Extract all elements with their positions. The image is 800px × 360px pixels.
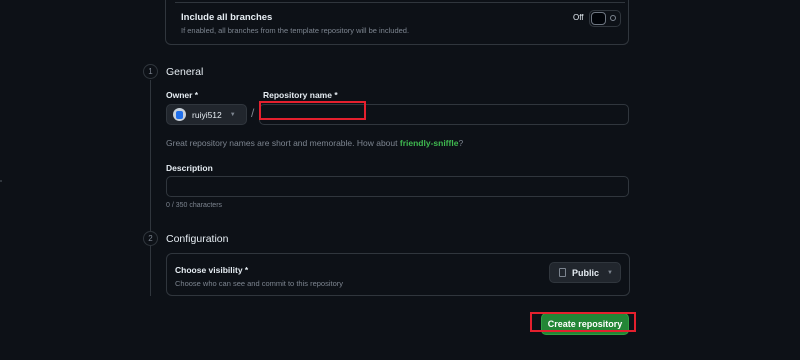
hint-prefix: Great repository names are short and mem… xyxy=(166,138,400,148)
visibility-label: Choose visibility * xyxy=(175,265,249,275)
include-branches-toggle[interactable] xyxy=(589,10,621,27)
description-input[interactable] xyxy=(166,176,629,197)
general-section-title: General xyxy=(166,66,204,78)
toggle-state-label: Off xyxy=(573,13,584,22)
owner-repo-separator: / xyxy=(251,106,255,120)
name-suggestion-link[interactable]: friendly-sniffle xyxy=(400,138,459,148)
repository-name-label: Repository name * xyxy=(263,90,338,100)
toggle-knob xyxy=(591,12,606,25)
description-label: Description xyxy=(166,163,213,173)
visibility-value: Public xyxy=(572,267,600,278)
repo-icon xyxy=(559,268,566,277)
chevron-down-icon: ▼ xyxy=(229,111,236,118)
create-button-highlight xyxy=(530,312,636,332)
step-number-general: 1 xyxy=(143,64,158,79)
repository-name-highlight xyxy=(259,101,366,120)
toggle-off-icon xyxy=(610,15,616,21)
repository-name-hint: Great repository names are short and mem… xyxy=(166,138,463,148)
visibility-dropdown[interactable]: Public ▼ xyxy=(549,262,621,283)
include-branches-description: If enabled, all branches from the templa… xyxy=(181,26,410,35)
step-number-configuration: 2 xyxy=(143,231,158,246)
timeline-line xyxy=(150,80,151,296)
owner-name: ruiyi512 xyxy=(192,109,222,120)
owner-dropdown[interactable]: ruiyi512 ▼ xyxy=(166,104,247,125)
owner-label: Owner * xyxy=(166,90,199,100)
description-char-count: 0 / 350 characters xyxy=(166,202,223,209)
configuration-section-title: Configuration xyxy=(166,233,229,245)
hint-suffix: ? xyxy=(458,138,464,148)
visibility-description: Choose who can see and commit to this re… xyxy=(175,279,343,288)
page-edge-marker xyxy=(0,180,2,182)
avatar xyxy=(173,108,186,121)
divider xyxy=(175,2,625,3)
include-branches-title: Include all branches xyxy=(181,12,273,23)
chevron-down-icon: ▼ xyxy=(607,269,613,276)
